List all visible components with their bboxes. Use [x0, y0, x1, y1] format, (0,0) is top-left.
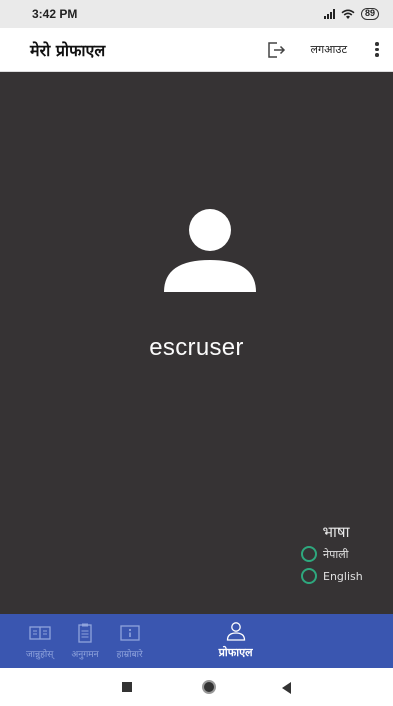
back-icon[interactable] — [282, 682, 291, 694]
radio-button-icon[interactable] — [301, 546, 317, 562]
nav-item-monitoring[interactable]: अनुगमन — [71, 623, 99, 660]
nav-item-learn[interactable]: जान्नुहोस् — [26, 623, 53, 660]
nav-item-about[interactable]: हाम्रोबारे — [117, 623, 143, 660]
home-icon[interactable] — [202, 680, 216, 694]
avatar-icon — [164, 209, 256, 292]
nav-item-profile[interactable]: प्रोफाएल — [219, 621, 253, 660]
status-time: 3:42 PM — [32, 7, 78, 21]
language-title: भाषा — [322, 523, 350, 541]
app-bar: मेरो प्रोफाएल लगआउट — [0, 28, 393, 72]
book-icon — [29, 626, 51, 640]
battery-icon: 89 — [360, 8, 379, 20]
signal-icon — [323, 9, 335, 19]
nav-label: हाम्रोबारे — [116, 650, 143, 660]
info-icon — [120, 625, 140, 641]
wifi-icon — [341, 9, 355, 19]
nav-label: जान्नुहोस् — [26, 650, 54, 660]
language-option-label: English — [323, 569, 363, 583]
clipboard-icon — [78, 623, 92, 643]
language-option-nepali[interactable]: नेपाली — [301, 546, 371, 562]
logout-button[interactable]: लगआउट — [311, 42, 347, 57]
status-icons: 89 — [323, 8, 379, 20]
bottom-navigation: जान्नुहोस् अनुगमन हाम्रोबारे प्रोफाएल — [0, 614, 393, 668]
recent-apps-icon[interactable] — [122, 682, 132, 692]
nav-label: अनुगमन — [71, 650, 99, 660]
more-options-icon[interactable] — [373, 42, 381, 57]
radio-button-icon[interactable] — [301, 568, 317, 584]
language-option-label: नेपाली — [323, 547, 349, 561]
username: escruser — [149, 334, 244, 361]
system-navigation-bar — [0, 668, 393, 706]
status-bar: 3:42 PM 89 — [0, 0, 393, 28]
page-title: मेरो प्रोफाएल — [30, 40, 106, 60]
person-icon — [226, 622, 245, 641]
language-selector: भाषा नेपाली English — [301, 522, 371, 590]
nav-label: प्रोफाएल — [218, 646, 253, 659]
language-option-english[interactable]: English — [301, 568, 371, 584]
profile-content: escruser भाषा नेपाली English — [0, 72, 393, 614]
logout-icon[interactable] — [265, 39, 287, 61]
